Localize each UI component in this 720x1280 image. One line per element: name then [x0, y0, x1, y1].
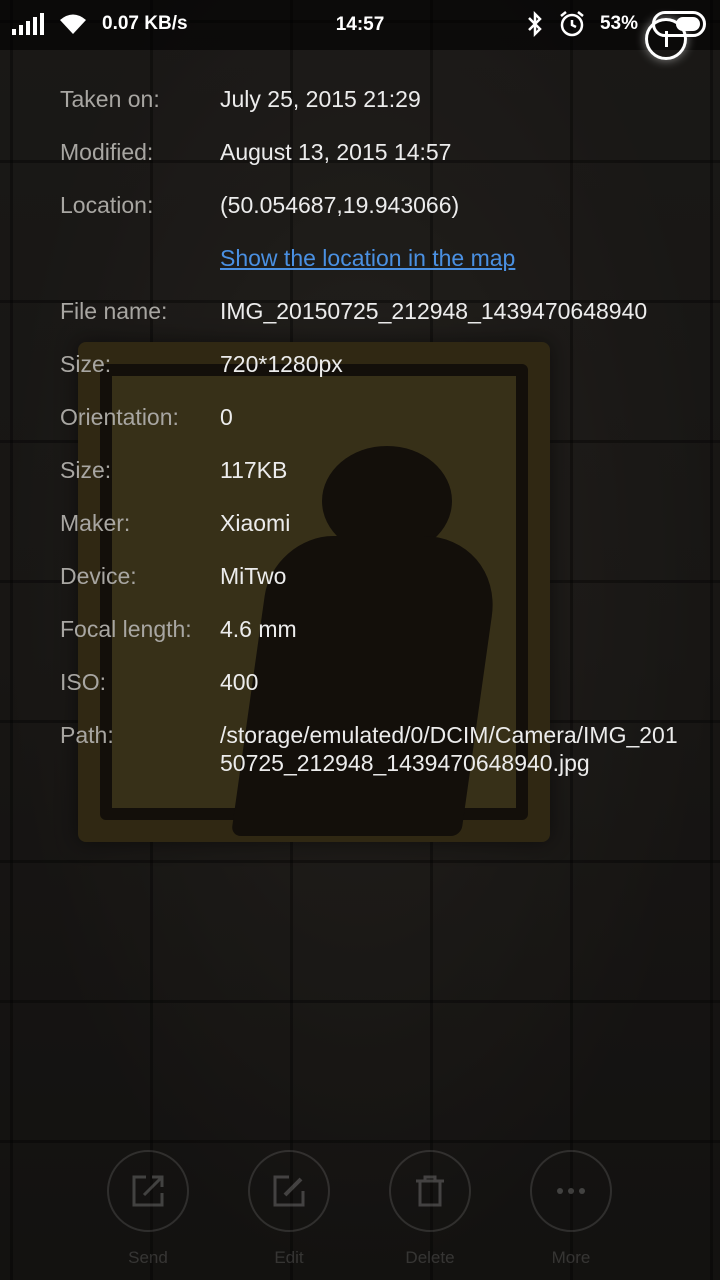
detail-value: 400: [220, 669, 259, 695]
detail-value: Xiaomi: [220, 510, 291, 536]
send-button[interactable]: Send: [107, 1150, 189, 1270]
share-icon: [132, 1175, 164, 1207]
detail-label: Size:: [60, 351, 112, 377]
edit-icon: [273, 1175, 305, 1207]
detail-value: August 13, 2015 14:57: [220, 139, 452, 165]
detail-label: Taken on:: [60, 86, 160, 112]
trash-icon: [416, 1175, 444, 1207]
detail-row-file-name: File name: IMG_20150725_212948_143947064…: [60, 292, 680, 345]
edit-button[interactable]: Edit: [248, 1150, 330, 1270]
alarm-icon: [560, 11, 584, 37]
detail-row-orientation: Orientation: 0: [60, 398, 680, 451]
detail-value: July 25, 2015 21:29: [220, 86, 421, 112]
detail-value: /storage/emulated/0/DCIM/Camera/IMG_2015…: [220, 722, 678, 776]
detail-row-dimensions: Size: 720*1280px: [60, 345, 680, 398]
detail-label: Path:: [60, 722, 114, 748]
delete-button[interactable]: Delete: [389, 1150, 471, 1270]
detail-label: Location:: [60, 192, 154, 218]
detail-value: 0: [220, 404, 233, 430]
detail-label: Maker:: [60, 510, 131, 536]
detail-row-location: Location: (50.054687,19.943066): [60, 186, 680, 239]
detail-label: Device:: [60, 563, 137, 589]
detail-row-maker: Maker: Xiaomi: [60, 504, 680, 557]
detail-label: Modified:: [60, 139, 154, 165]
detail-row-focal-length: Focal length: 4.6 mm: [60, 610, 680, 663]
info-button[interactable]: [645, 18, 687, 60]
more-dots-icon: [557, 1188, 585, 1194]
detail-row-iso: ISO: 400: [60, 663, 680, 716]
more-label: More: [551, 1248, 591, 1267]
detail-label: Focal length:: [60, 616, 192, 642]
delete-label: Delete: [405, 1248, 455, 1267]
bluetooth-icon: [528, 11, 542, 37]
battery-percent: 53%: [599, 13, 638, 34]
show-location-map-link[interactable]: Show the location in the map: [220, 245, 515, 271]
detail-value: MiTwo: [220, 563, 287, 589]
detail-row-file-size: Size: 117KB: [60, 451, 680, 504]
more-button[interactable]: More: [530, 1150, 612, 1270]
detail-label: [60, 239, 220, 244]
detail-value: (50.054687,19.943066): [220, 192, 460, 218]
detail-row-taken-on: Taken on: July 25, 2015 21:29: [60, 80, 680, 133]
detail-label: Size:: [60, 457, 112, 483]
detail-label: File name:: [60, 298, 168, 324]
image-details-panel: Taken on: July 25, 2015 21:29 Modified: …: [60, 80, 680, 777]
send-label: Send: [128, 1248, 168, 1267]
detail-row-path: Path: /storage/emulated/0/DCIM/Camera/IM…: [60, 716, 680, 777]
detail-label: ISO:: [60, 669, 107, 695]
detail-value: 720*1280px: [220, 351, 343, 377]
detail-row-device: Device: MiTwo: [60, 557, 680, 610]
edit-label: Edit: [274, 1248, 304, 1267]
detail-value: 4.6 mm: [220, 616, 297, 642]
status-bar: 0.07 KB/s 14:57 53%: [0, 0, 720, 50]
detail-row-map-link: Show the location in the map: [60, 239, 680, 292]
detail-value: 117KB: [220, 457, 288, 483]
action-bar: Send Edit Delete More: [0, 1150, 720, 1280]
detail-label: Orientation:: [60, 404, 179, 430]
detail-value: IMG_20150725_212948_1439470648940: [220, 298, 648, 324]
detail-row-modified: Modified: August 13, 2015 14:57: [60, 133, 680, 186]
